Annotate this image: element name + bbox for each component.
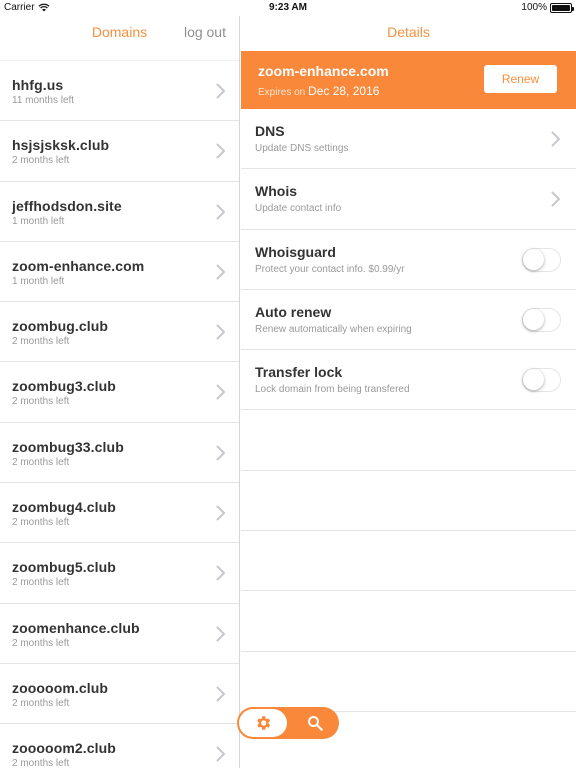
domain-remaining: 1 month left — [12, 275, 65, 287]
domain-remaining: 2 months left — [12, 577, 70, 589]
domain-row[interactable]: hhfg.us 11 months left — [0, 60, 239, 120]
empty-row — [241, 410, 576, 471]
domain-list: hhfg.us 11 months left hsjsjsksk.club 2 mon… — [0, 60, 239, 768]
chevron-right-icon — [551, 131, 561, 147]
setting-row-transfer-lock: Transfer lock Lock domain from being tran… — [241, 350, 576, 411]
tab-search[interactable] — [293, 709, 337, 737]
chevron-right-icon — [216, 565, 226, 581]
chevron-right-icon — [216, 143, 226, 159]
domain-remaining: 2 months left — [12, 758, 70, 768]
whoisguard-toggle[interactable] — [522, 247, 561, 272]
domain-remaining: 2 months left — [12, 697, 70, 709]
domain-remaining: 2 months left — [12, 637, 70, 649]
gear-icon — [257, 716, 271, 730]
domain-remaining: 1 month left — [12, 215, 65, 227]
setting-title: Auto renew — [255, 303, 332, 320]
domain-name: zoomenhance.club — [12, 619, 140, 636]
domain-name: zoombug4.club — [12, 499, 116, 516]
chevron-right-icon — [551, 191, 561, 207]
setting-subtitle: Update DNS settings — [255, 143, 349, 154]
empty-row — [241, 531, 576, 592]
domain-banner: zoom-enhance.com Expires on Dec 28, 2016… — [241, 51, 576, 109]
domain-name: zoombug33.club — [12, 438, 124, 455]
domain-name: zoombug5.club — [12, 559, 116, 576]
domain-remaining: 2 months left — [12, 155, 70, 167]
settings-list: DNS Update DNS settings Whois Update contac… — [241, 109, 576, 712]
status-bar: Carrier 9:23 AM 100% — [0, 0, 576, 16]
chevron-right-icon — [216, 686, 226, 702]
domain-name: hhfg.us — [12, 77, 64, 93]
setting-subtitle: Renew automatically when expiring — [255, 323, 412, 335]
banner-expiry: Expires on Dec 28, 2016 — [258, 84, 379, 98]
domains-pane: Domains log out hhfg.us 11 months left hsj… — [0, 16, 240, 768]
domain-name: jeffhodsdon.site — [12, 197, 122, 214]
setting-title: DNS — [255, 123, 285, 139]
setting-title: Transfer lock — [255, 364, 343, 381]
domains-header: Domains log out — [0, 16, 239, 60]
battery-icon — [550, 2, 574, 13]
battery-level — [552, 4, 570, 11]
domain-name: zooooom.club — [12, 679, 109, 696]
domain-remaining: 2 months left — [12, 517, 70, 529]
chevron-right-icon — [216, 264, 226, 280]
domain-row[interactable]: hsjsjsksk.club 2 months left — [0, 120, 239, 180]
setting-row-whois[interactable]: Whois Update contact info — [241, 169, 576, 230]
domain-row[interactable]: zooooom2.club 2 months left — [0, 723, 239, 768]
battery-percent: 100% — [521, 2, 547, 13]
domain-remaining: 2 months left — [12, 336, 70, 348]
domain-row[interactable]: zoombug33.club 2 months left — [0, 421, 239, 482]
expires-prefix: Expires on — [258, 87, 306, 98]
setting-subtitle: Protect your contact info. $0.99/yr — [255, 263, 405, 275]
domain-row[interactable]: jeffhodsdon.site 1 month left — [0, 180, 239, 241]
setting-subtitle: Update contact info — [255, 203, 342, 215]
expires-date: Dec 28, 2016 — [308, 84, 380, 98]
chevron-right-icon — [216, 324, 226, 340]
domain-row[interactable]: zoombug.club 2 months left — [0, 301, 239, 361]
details-pane: Details zoom-enhance.com Expires on Dec … — [241, 16, 576, 768]
banner-domain-name: zoom-enhance.com — [258, 63, 389, 79]
chevron-right-icon — [216, 83, 226, 99]
domain-row[interactable]: zoom-enhance.com 1 month left — [0, 240, 239, 301]
domain-row[interactable]: zoombug5.club 2 months left — [0, 542, 239, 602]
domain-row[interactable]: zooooom.club 2 months left — [0, 662, 239, 723]
tab-settings[interactable] — [239, 709, 287, 737]
empty-row — [241, 652, 576, 712]
details-title: Details — [387, 24, 430, 40]
setting-subtitle: Lock domain from being transfered — [255, 384, 410, 396]
setting-row-auto-renew: Auto renew Renew automatically when expir… — [241, 290, 576, 351]
search-icon — [308, 716, 323, 731]
domain-remaining: 11 months left — [12, 95, 75, 106]
domain-name: zooooom2.club — [12, 740, 116, 757]
renew-button[interactable]: Renew — [484, 65, 557, 93]
setting-title: Whois — [255, 183, 297, 200]
domain-name: zoom-enhance.com — [12, 257, 145, 274]
setting-row-whoisguard: Whoisguard Protect your contact info. $0.… — [241, 230, 576, 290]
details-header: Details — [241, 16, 576, 48]
domain-name: zoombug.club — [12, 318, 109, 335]
domain-remaining: 2 months left — [12, 396, 70, 408]
chevron-right-icon — [216, 626, 226, 642]
auto-renew-toggle[interactable] — [522, 307, 561, 332]
domain-name: zoombug3.club — [12, 378, 116, 395]
empty-row — [241, 471, 576, 532]
chevron-right-icon — [216, 384, 226, 400]
domain-row[interactable]: zoombug4.club 2 months left — [0, 482, 239, 542]
status-time: 9:23 AM — [269, 2, 307, 13]
logout-button[interactable]: log out — [184, 24, 226, 40]
domain-row[interactable]: zoomenhance.club 2 months left — [0, 602, 239, 663]
setting-row-dns[interactable]: DNS Update DNS settings — [241, 109, 576, 170]
chevron-right-icon — [216, 505, 226, 521]
empty-row — [241, 591, 576, 652]
domain-row[interactable]: zoombug3.club 2 months left — [0, 361, 239, 421]
tab-bar — [237, 707, 339, 739]
transfer-lock-toggle[interactable] — [522, 368, 561, 393]
chevron-right-icon — [216, 746, 226, 762]
chevron-right-icon — [216, 445, 226, 461]
domain-name: hsjsjsksk.club — [12, 137, 110, 154]
setting-title: Whoisguard — [255, 243, 336, 260]
domain-remaining: 2 months left — [12, 456, 70, 468]
chevron-right-icon — [216, 204, 226, 220]
